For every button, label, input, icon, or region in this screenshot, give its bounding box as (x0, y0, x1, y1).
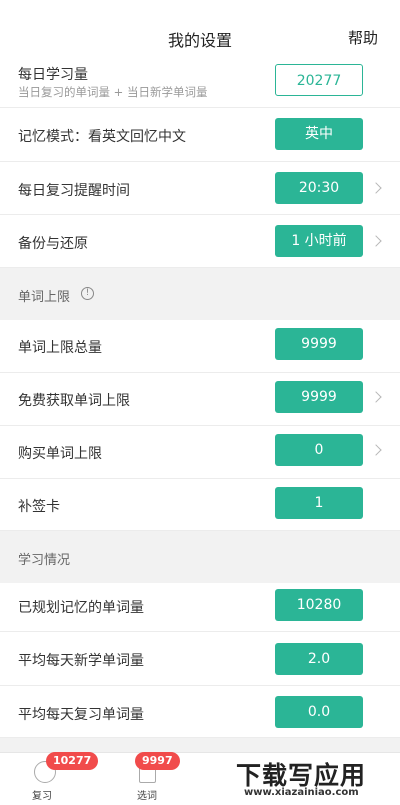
daily-study-row[interactable]: 每日学习量 当日复习的单词量 + 当日新学单词量 20277 (0, 62, 400, 108)
word-limit-total-value[interactable]: 9999 (275, 328, 363, 360)
tab-select-words-label: 选词 (137, 791, 157, 802)
review-reminder-button[interactable]: 20:30 (275, 172, 363, 204)
avg-review-words-row: 平均每天复习单词量 0.0 (0, 686, 400, 738)
free-word-limit-label: 免费获取单词上限 (18, 393, 130, 409)
tab-review[interactable]: 10277 复习 (12, 752, 99, 805)
tab-select-words[interactable]: 9997 选词 (117, 752, 180, 805)
makeup-card-value[interactable]: 1 (275, 487, 363, 519)
section-study-status: 学习情况 (0, 531, 400, 583)
avg-review-words-value[interactable]: 0.0 (275, 696, 363, 728)
buy-word-limit-value[interactable]: 0 (275, 434, 363, 466)
avg-review-words-label: 平均每天复习单词量 (18, 707, 144, 723)
watermark-logo: 下载写应用 www.xiazainiao.com (232, 756, 392, 800)
header-bar: 我的设置 帮助 (0, 0, 400, 62)
chevron-right-icon (370, 444, 382, 456)
planned-words-label: 已规划记忆的单词量 (18, 600, 144, 616)
section-title: 学习情况 (18, 553, 71, 568)
backup-restore-label: 备份与还原 (18, 236, 88, 252)
review-badge: 10277 (46, 752, 99, 770)
planned-words-value[interactable]: 10280 (275, 589, 363, 621)
chevron-right-icon (370, 235, 382, 247)
avg-new-words-label: 平均每天新学单词量 (18, 653, 144, 669)
review-reminder-label: 每日复习提醒时间 (18, 183, 130, 199)
words-badge: 9997 (135, 752, 180, 770)
makeup-card-row: 补签卡 1 (0, 479, 400, 531)
free-word-limit-row[interactable]: 免费获取单词上限 9999 (0, 373, 400, 426)
section-word-limits: 单词上限 ! (0, 268, 400, 320)
daily-study-value[interactable]: 20277 (275, 64, 363, 96)
help-button[interactable]: 帮助 (348, 27, 378, 48)
word-limit-total-label: 单词上限总量 (18, 340, 102, 356)
avg-new-words-row: 平均每天新学单词量 2.0 (0, 632, 400, 686)
word-limit-total-row: 单词上限总量 9999 (0, 320, 400, 373)
daily-study-sub: 当日复习的单词量 + 当日新学单词量 (18, 85, 208, 99)
info-icon[interactable]: ! (81, 287, 94, 300)
memory-mode-button[interactable]: 英中 (275, 118, 363, 150)
avg-new-words-value[interactable]: 2.0 (275, 643, 363, 675)
page-title: 我的设置 (167, 31, 232, 50)
memory-mode-row[interactable]: 记忆模式：看英文回忆中文 英中 (0, 108, 400, 162)
makeup-card-label: 补签卡 (18, 499, 60, 515)
review-reminder-row[interactable]: 每日复习提醒时间 20:30 (0, 162, 400, 215)
memory-mode-label: 记忆模式：看英文回忆中文 (18, 129, 186, 145)
free-word-limit-value[interactable]: 9999 (275, 381, 363, 413)
tab-review-label: 复习 (32, 791, 52, 802)
planned-words-row: 已规划记忆的单词量 10280 (0, 583, 400, 632)
daily-study-label: 每日学习量 (18, 67, 88, 83)
backup-restore-row[interactable]: 备份与还原 1 小时前 (0, 215, 400, 268)
watermark-url: www.xiazainiao.com (244, 787, 359, 798)
chevron-right-icon (370, 391, 382, 403)
buy-word-limit-label: 购买单词上限 (18, 446, 102, 462)
buy-word-limit-row[interactable]: 购买单词上限 0 (0, 426, 400, 479)
chevron-right-icon (370, 182, 382, 194)
backup-restore-button[interactable]: 1 小时前 (275, 225, 363, 257)
section-title: 单词上限 (18, 290, 71, 305)
